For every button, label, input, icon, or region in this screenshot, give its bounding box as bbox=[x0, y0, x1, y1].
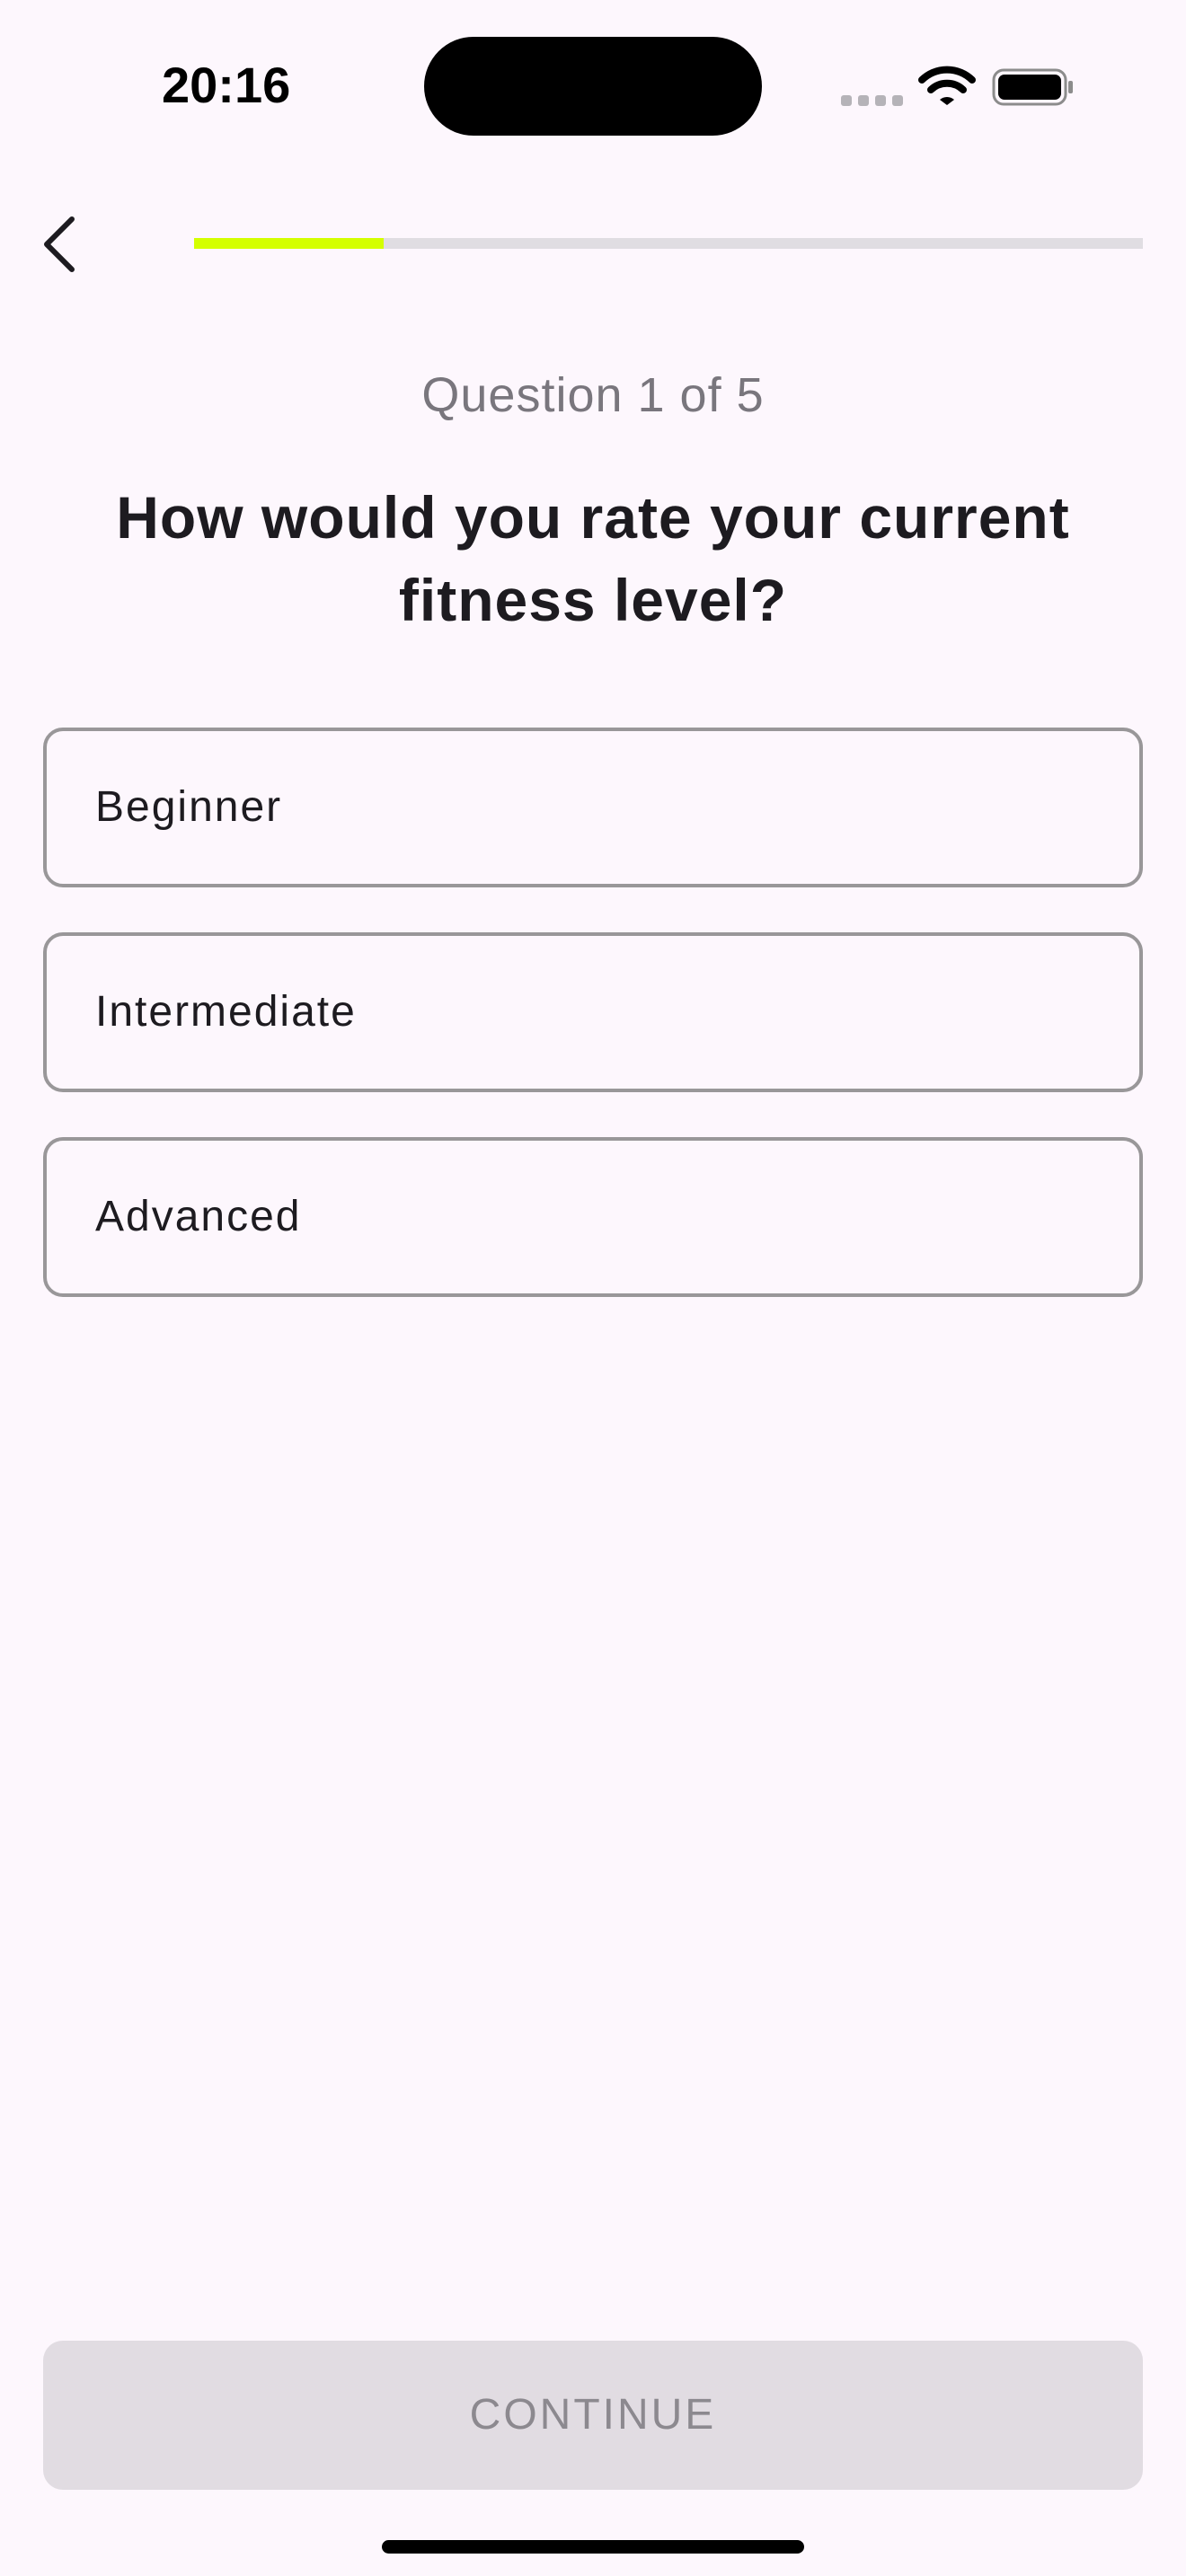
option-beginner[interactable]: Beginner bbox=[43, 728, 1143, 887]
option-label: Intermediate bbox=[95, 988, 357, 1036]
option-label: Beginner bbox=[95, 783, 283, 831]
dynamic-island bbox=[424, 37, 762, 136]
question-counter: Question 1 of 5 bbox=[421, 368, 765, 422]
status-time: 20:16 bbox=[162, 57, 291, 113]
option-advanced[interactable]: Advanced bbox=[43, 1137, 1143, 1297]
progress-bar-fill bbox=[194, 238, 385, 249]
option-intermediate[interactable]: Intermediate bbox=[43, 932, 1143, 1092]
battery-icon bbox=[992, 68, 1073, 106]
progress-bar bbox=[194, 238, 1143, 249]
question-title: How would you rate your current fitness … bbox=[116, 484, 1070, 633]
signal-dots-icon bbox=[841, 95, 903, 106]
wifi-icon bbox=[918, 66, 976, 105]
home-indicator bbox=[382, 2540, 804, 2554]
continue-button[interactable]: CONTINUE bbox=[43, 2341, 1143, 2490]
status-icons bbox=[836, 63, 1078, 110]
option-label: Advanced bbox=[95, 1193, 302, 1240]
chevron-left-icon bbox=[44, 216, 75, 272]
back-button[interactable] bbox=[27, 199, 117, 289]
